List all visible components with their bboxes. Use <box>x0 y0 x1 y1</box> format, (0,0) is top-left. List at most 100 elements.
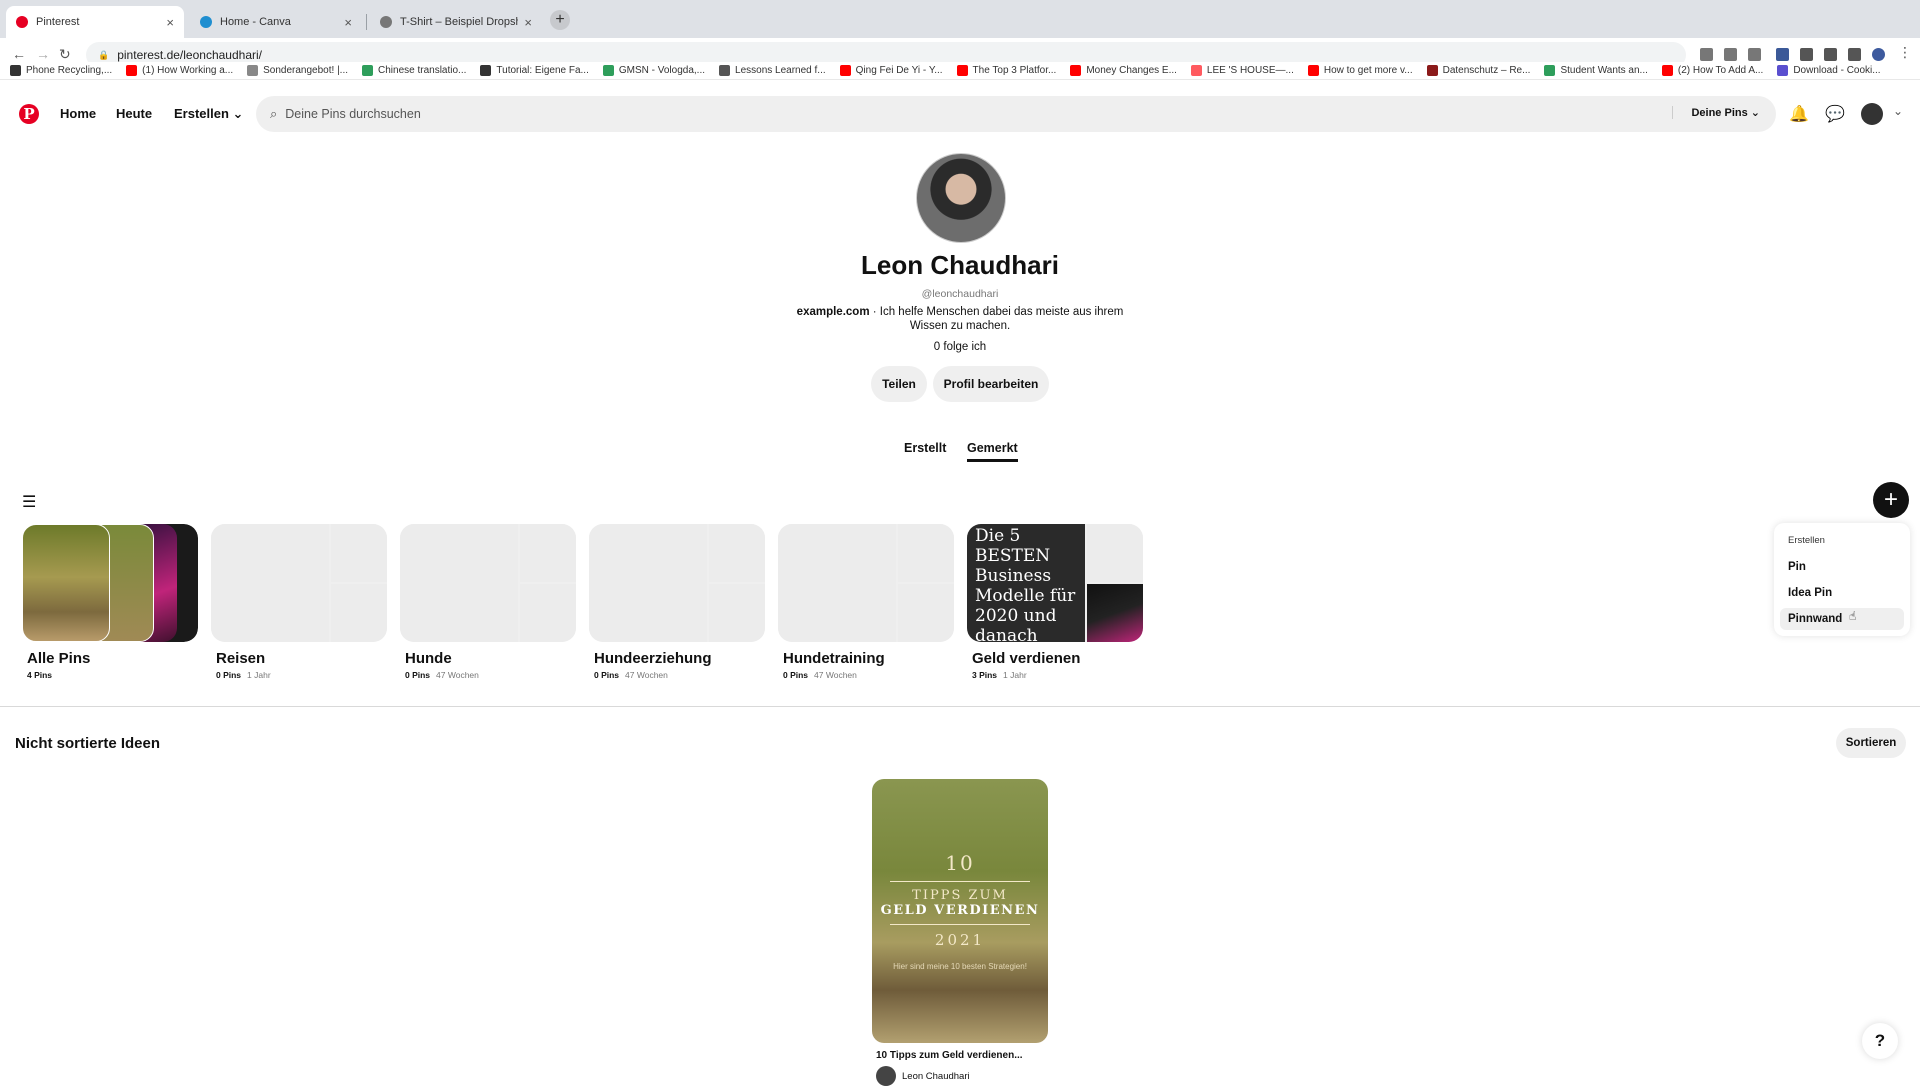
create-dropdown-menu: Erstellen Pin Idea Pin Pinnwand <box>1774 523 1910 636</box>
board-name: Geld verdienen <box>972 650 1081 667</box>
board-cover <box>211 524 387 642</box>
bookmark-item[interactable]: Phone Recycling,... <box>10 65 112 76</box>
profile-avatar <box>916 153 1006 243</box>
bookmark-label: (1) How Working a... <box>142 65 234 76</box>
bookmark-item[interactable]: Student Wants an... <box>1544 65 1648 76</box>
bookmark-item[interactable]: The Top 3 Platfor... <box>956 65 1056 76</box>
section-title: Nicht sortierte Ideen <box>15 735 161 752</box>
board-cover-image <box>1087 584 1143 642</box>
close-tab-icon[interactable]: × <box>344 15 352 30</box>
pinterest-logo-icon[interactable]: P <box>19 104 39 124</box>
close-tab-icon[interactable]: × <box>524 15 532 30</box>
url-text: pinterest.de/leonchaudhari/ <box>117 48 262 62</box>
tab-pinterest[interactable]: Pinterest × <box>6 6 184 38</box>
profile-website-link[interactable]: example.com <box>797 306 870 318</box>
bookmark-item[interactable]: GMSN - Vologda,... <box>602 65 705 76</box>
board-hunde[interactable]: Hunde 0 Pins 47 Wochen <box>400 524 576 680</box>
bookmark-item[interactable]: Qing Fei De Yi - Y... <box>839 65 943 76</box>
star-icon[interactable] <box>1748 48 1761 61</box>
bookmark-favicon-icon <box>362 65 374 76</box>
forward-arrow-icon[interactable]: → <box>36 46 50 62</box>
nav-create-label: Erstellen <box>174 106 229 121</box>
pin-line1: TIPPS ZUM <box>912 887 1008 903</box>
pin-year: 2021 <box>934 930 986 949</box>
your-pins-dropdown[interactable]: Deine Pins ⌄ <box>1672 106 1760 119</box>
board-name: Hunde <box>405 650 452 667</box>
reload-icon[interactable]: ↻ <box>59 46 71 63</box>
filter-sliders-icon[interactable]: ☰ <box>22 492 36 512</box>
bookmark-label: Phone Recycling,... <box>26 65 113 76</box>
board-geld-verdienen[interactable]: Die 5 BESTEN Business Modelle für 2020 u… <box>967 524 1143 680</box>
board-cover <box>22 524 198 642</box>
bookmark-label: Datenschutz – Re... <box>1442 65 1531 76</box>
search-input[interactable]: ⌕ Deine Pins durchsuchen Deine Pins ⌄ <box>256 96 1776 132</box>
pin-caption[interactable]: 10 Tipps zum Geld verdienen... <box>876 1050 1023 1061</box>
board-hundetraining[interactable]: Hundetraining 0 Pins 47 Wochen <box>778 524 954 680</box>
menu-item-idea-pin[interactable]: Idea Pin <box>1780 582 1904 604</box>
tab-created[interactable]: Erstellt <box>904 441 946 455</box>
bookmark-item[interactable]: Download - Cooki... <box>1777 65 1881 76</box>
messages-icon[interactable]: 💬 <box>1825 104 1845 124</box>
extension-icon[interactable] <box>1776 48 1789 61</box>
bookmark-item[interactable]: How to get more v... <box>1307 65 1413 76</box>
puzzle-icon[interactable] <box>1800 48 1813 61</box>
sort-button[interactable]: Sortieren <box>1836 728 1906 758</box>
nav-create[interactable]: Erstellen ⌄ <box>174 106 243 122</box>
bookmark-item[interactable]: Tutorial: Eigene Fa... <box>480 65 589 76</box>
bookmark-item[interactable]: (1) How Working a... <box>126 65 233 76</box>
board-cover-main-image: Die 5 BESTEN Business Modelle für 2020 u… <box>967 524 1085 642</box>
bookmark-item[interactable]: Chinese translatio... <box>362 65 466 76</box>
create-plus-button[interactable]: + <box>1873 482 1909 518</box>
board-hundeerziehung[interactable]: Hundeerziehung 0 Pins 47 Wochen <box>589 524 765 680</box>
following-count[interactable]: 0 folge ich <box>0 341 1920 353</box>
nav-today[interactable]: Heute <box>116 106 152 121</box>
menu-item-board[interactable]: Pinnwand <box>1780 608 1904 630</box>
bookmarks-bar: Phone Recycling,... (1) How Working a... S… <box>0 62 1920 80</box>
board-reisen[interactable]: Reisen 0 Pins 1 Jahr <box>211 524 387 680</box>
browser-tab-bar: Pinterest × Home - Canva × T-Shirt – Bei… <box>0 0 1920 38</box>
share-button[interactable]: Teilen <box>871 366 927 402</box>
bookmark-item[interactable]: Datenschutz – Re... <box>1426 65 1531 76</box>
pin-card-image[interactable]: 10 TIPPS ZUM GELD VERDIENEN 2021 Hier si… <box>872 779 1048 1043</box>
bookmark-item[interactable]: LEE 'S HOUSE—... <box>1190 65 1294 76</box>
browser-menu-icon[interactable]: ⋮ <box>1898 44 1912 61</box>
bookmark-favicon-icon <box>1307 65 1319 76</box>
bookmark-item[interactable]: Money Changes E... <box>1070 65 1177 76</box>
board-cover <box>400 524 576 642</box>
tab-canva[interactable]: Home - Canva × <box>190 6 362 38</box>
help-button[interactable]: ? <box>1862 1023 1898 1059</box>
share-icon[interactable] <box>1724 48 1737 61</box>
board-meta: 4 Pins <box>22 670 198 680</box>
tab-saved[interactable]: Gemerkt <box>967 441 1018 462</box>
new-tab-plus-icon[interactable]: + <box>550 10 570 30</box>
bookmark-favicon-icon <box>1190 65 1202 76</box>
board-cover-image <box>1087 524 1143 582</box>
nav-home[interactable]: Home <box>60 106 96 121</box>
board-all-pins[interactable]: Alle Pins 4 Pins <box>22 524 198 680</box>
account-chevron-down-icon[interactable]: ⌄ <box>1888 104 1908 124</box>
avatar[interactable] <box>1861 103 1883 125</box>
menu-item-pin[interactable]: Pin <box>1780 556 1904 578</box>
board-cover: Die 5 BESTEN Business Modelle für 2020 u… <box>967 524 1143 642</box>
bookmark-item[interactable]: Lessons Learned f... <box>719 65 826 76</box>
avatar <box>876 1066 896 1086</box>
bookmark-label: How to get more v... <box>1323 65 1413 76</box>
close-tab-icon[interactable]: × <box>166 15 174 30</box>
pin-user[interactable]: Leon Chaudhari <box>876 1066 970 1086</box>
board-age: 47 Wochen <box>625 670 668 680</box>
install-icon[interactable] <box>1700 48 1713 61</box>
tab-tshirt[interactable]: T-Shirt – Beispiel Dropshipping × <box>370 6 542 38</box>
browser-avatar-icon[interactable] <box>1872 48 1885 61</box>
pin-number: 10 <box>945 850 975 875</box>
bell-icon[interactable]: 🔔 <box>1789 104 1809 124</box>
sidebar-icon[interactable] <box>1848 48 1861 61</box>
edit-profile-button[interactable]: Profil bearbeiten <box>933 366 1049 402</box>
board-pin-count: 0 Pins <box>216 670 242 680</box>
bookmark-item[interactable]: Sonderangebot! |... <box>247 65 348 76</box>
reading-list-icon[interactable] <box>1824 48 1837 61</box>
profile-bio-text: · Ich helfe Menschen dabei das meiste au… <box>869 306 1124 332</box>
profile-name: Leon Chaudhari <box>861 250 1059 280</box>
bookmark-item[interactable]: (2) How To Add A... <box>1661 65 1763 76</box>
back-arrow-icon[interactable]: ← <box>12 46 26 62</box>
bookmark-label: Chinese translatio... <box>378 65 467 76</box>
